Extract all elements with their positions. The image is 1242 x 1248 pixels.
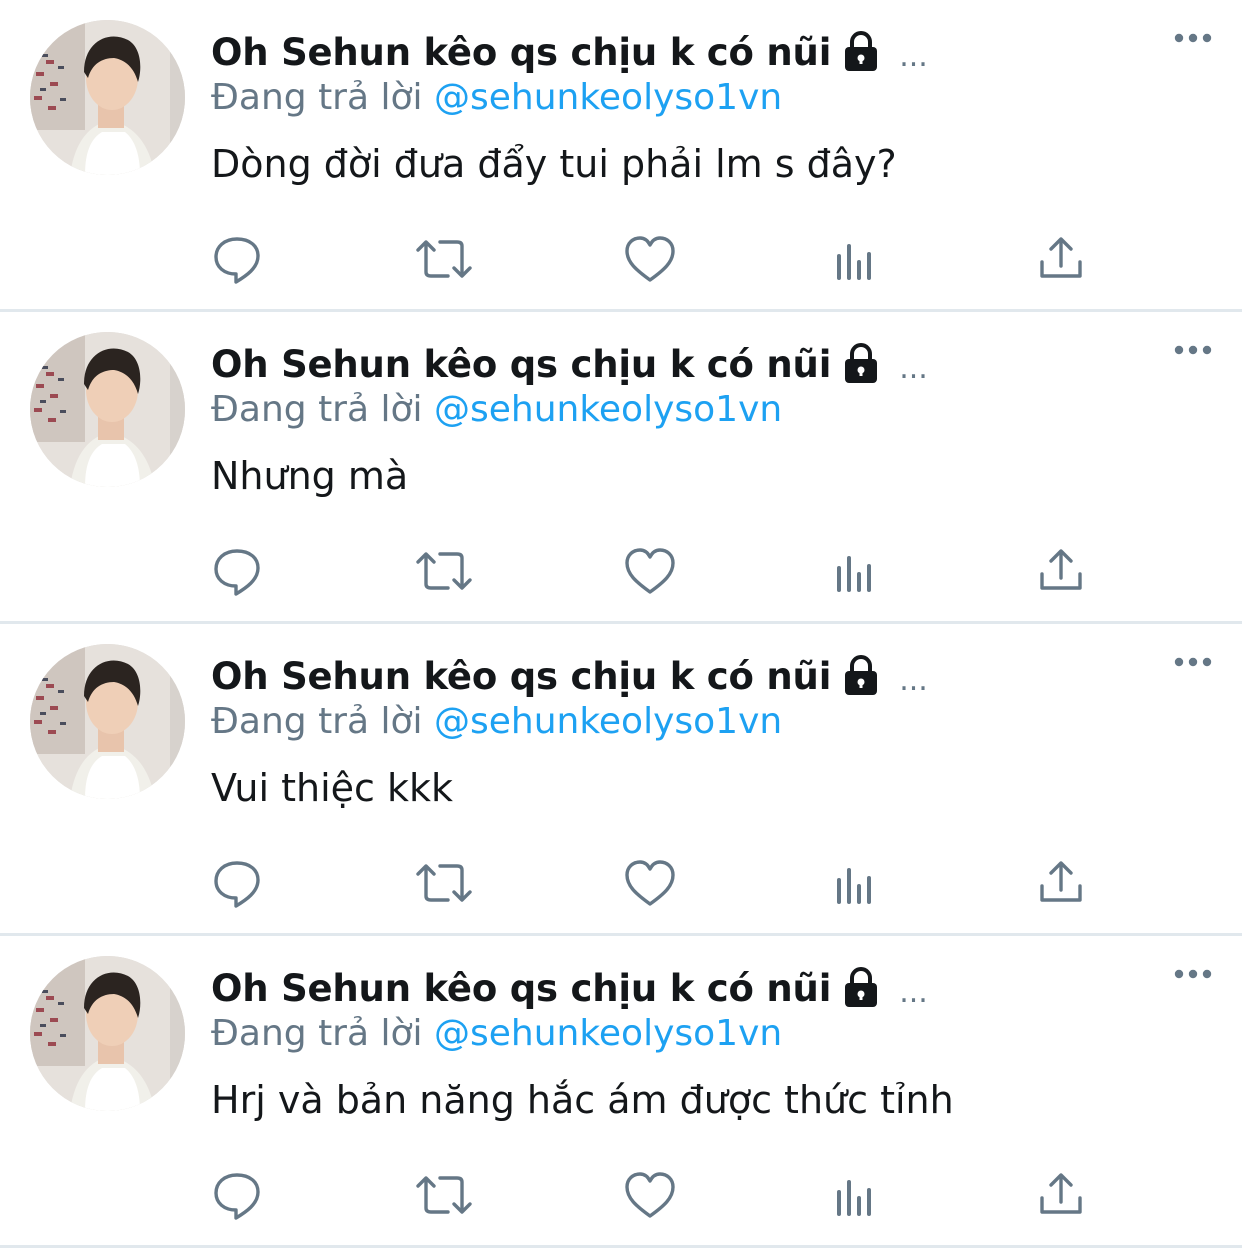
retweet-icon[interactable] <box>414 232 472 286</box>
more-icon[interactable] <box>1174 28 1212 48</box>
tweet-text: Nhưng mà <box>211 454 409 498</box>
more-icon[interactable] <box>1174 964 1212 984</box>
tweet-text: Hrj và bản năng hắc ám được thức tỉnh <box>211 1078 954 1122</box>
tweet-header: Oh Sehun kêo qs chịu k có nũi ... <box>211 646 928 706</box>
reply-context: Đang trả lời @sehunkeolyso1vn <box>211 701 782 742</box>
reply-icon[interactable] <box>210 1168 264 1222</box>
lock-icon <box>841 30 881 74</box>
reply-icon[interactable] <box>210 232 264 286</box>
name-truncation: ... <box>899 38 928 74</box>
avatar[interactable] <box>30 644 185 799</box>
display-name[interactable]: Oh Sehun kêo qs chịu k có nũi <box>211 967 831 1010</box>
reply-icon[interactable] <box>210 856 264 910</box>
lock-icon <box>841 966 881 1010</box>
avatar[interactable] <box>30 20 185 175</box>
retweet-icon[interactable] <box>414 856 472 910</box>
avatar[interactable] <box>30 332 185 487</box>
like-icon[interactable] <box>622 1168 676 1222</box>
retweet-icon[interactable] <box>414 1168 472 1222</box>
display-name[interactable]: Oh Sehun kêo qs chịu k có nũi <box>211 343 831 386</box>
like-icon[interactable] <box>622 232 676 286</box>
reply-prefix: Đang trả lời <box>211 1013 423 1054</box>
lock-icon <box>841 654 881 698</box>
reply-context: Đang trả lời @sehunkeolyso1vn <box>211 1013 782 1054</box>
reply-prefix: Đang trả lời <box>211 77 423 118</box>
more-icon[interactable] <box>1174 652 1212 672</box>
analytics-icon[interactable] <box>830 856 884 910</box>
tweet[interactable]: Oh Sehun kêo qs chịu k có nũi ... Đang t… <box>0 624 1242 936</box>
tweet-header: Oh Sehun kêo qs chịu k có nũi ... <box>211 958 928 1018</box>
tweet-header: Oh Sehun kêo qs chịu k có nũi ... <box>211 334 928 394</box>
reply-handle-link[interactable]: @sehunkeolyso1vn <box>434 701 782 742</box>
reply-icon[interactable] <box>210 544 264 598</box>
reply-handle-link[interactable]: @sehunkeolyso1vn <box>434 389 782 430</box>
reply-handle-link[interactable]: @sehunkeolyso1vn <box>434 1013 782 1054</box>
share-icon[interactable] <box>1034 1168 1088 1222</box>
share-icon[interactable] <box>1034 544 1088 598</box>
more-icon[interactable] <box>1174 340 1212 360</box>
reply-prefix: Đang trả lời <box>211 701 423 742</box>
reply-context: Đang trả lời @sehunkeolyso1vn <box>211 389 782 430</box>
avatar[interactable] <box>30 956 185 1111</box>
analytics-icon[interactable] <box>830 1168 884 1222</box>
share-icon[interactable] <box>1034 856 1088 910</box>
tweet[interactable]: Oh Sehun kêo qs chịu k có nũi ... Đang t… <box>0 0 1242 312</box>
tweet[interactable]: Oh Sehun kêo qs chịu k có nũi ... Đang t… <box>0 312 1242 624</box>
share-icon[interactable] <box>1034 232 1088 286</box>
reply-context: Đang trả lời @sehunkeolyso1vn <box>211 77 782 118</box>
tweet[interactable]: Oh Sehun kêo qs chịu k có nũi ... Đang t… <box>0 936 1242 1248</box>
analytics-icon[interactable] <box>830 544 884 598</box>
analytics-icon[interactable] <box>830 232 884 286</box>
tweet-feed: Oh Sehun kêo qs chịu k có nũi ... Đang t… <box>0 0 1242 1248</box>
like-icon[interactable] <box>622 544 676 598</box>
name-truncation: ... <box>899 974 928 1010</box>
name-truncation: ... <box>899 350 928 386</box>
retweet-icon[interactable] <box>414 544 472 598</box>
lock-icon <box>841 342 881 386</box>
tweet-text: Dòng đời đưa đẩy tui phải lm s đây? <box>211 142 897 186</box>
reply-prefix: Đang trả lời <box>211 389 423 430</box>
like-icon[interactable] <box>622 856 676 910</box>
display-name[interactable]: Oh Sehun kêo qs chịu k có nũi <box>211 31 831 74</box>
tweet-text: Vui thiệc kkk <box>211 766 454 810</box>
name-truncation: ... <box>899 662 928 698</box>
tweet-header: Oh Sehun kêo qs chịu k có nũi ... <box>211 22 928 82</box>
display-name[interactable]: Oh Sehun kêo qs chịu k có nũi <box>211 655 831 698</box>
reply-handle-link[interactable]: @sehunkeolyso1vn <box>434 77 782 118</box>
